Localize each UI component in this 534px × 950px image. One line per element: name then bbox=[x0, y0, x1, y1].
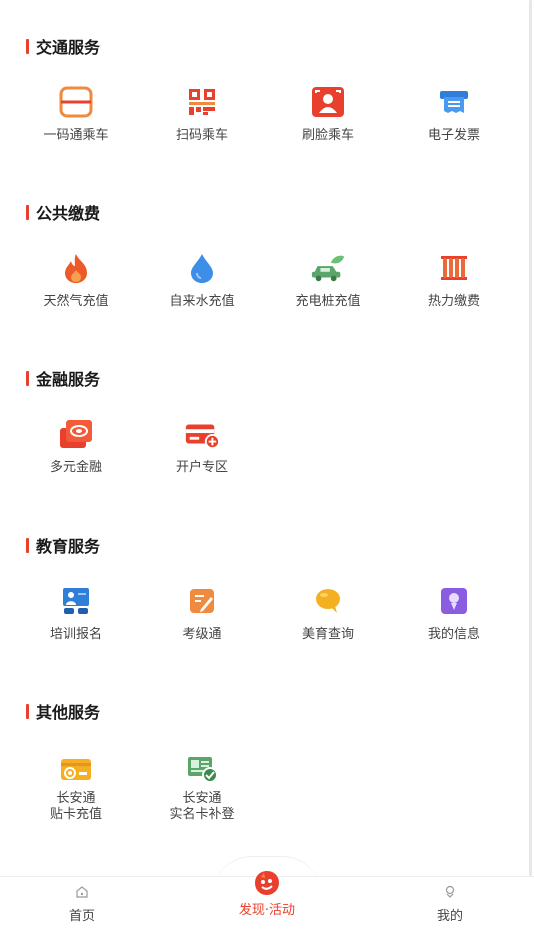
service-label: 充电桩充值 bbox=[295, 294, 361, 309]
service-id-card-register[interactable]: 长安通 实名卡补登 bbox=[139, 751, 265, 823]
service-label: 天然气充值 bbox=[43, 294, 109, 309]
service-label: 扫码乘车 bbox=[175, 128, 228, 143]
face-scan-icon bbox=[310, 84, 346, 120]
service-e-invoice[interactable]: 电子发票 bbox=[391, 84, 517, 144]
service-exam[interactable]: 考级通 bbox=[139, 583, 265, 643]
service-grid: 天然气充值 自来水充值 充电桩充值 热力缴费 bbox=[13, 250, 517, 320]
water-drop-icon bbox=[184, 250, 220, 286]
section-title-text: 金融服务 bbox=[36, 370, 101, 389]
service-face-scan[interactable]: 刷脸乘车 bbox=[265, 84, 391, 144]
section-title: 其他服务 bbox=[26, 701, 101, 722]
service-label-line1: 长安通 bbox=[56, 791, 96, 806]
section-marker bbox=[26, 537, 29, 553]
discover-icon bbox=[255, 871, 279, 895]
service-water[interactable]: 自来水充值 bbox=[139, 250, 265, 310]
id-card-check-icon bbox=[184, 751, 220, 787]
service-grid: 一码通乘车 扫码乘车 刷脸乘车 电子发票 bbox=[13, 84, 517, 154]
service-grid: 培训报名 考级通 美育查询 我的信息 bbox=[13, 583, 517, 653]
scan-qr-icon bbox=[184, 84, 220, 120]
bottom-nav: 首页 发现·活动 我的 bbox=[0, 871, 534, 950]
section-marker bbox=[26, 703, 29, 719]
service-finance[interactable]: 多元金融 bbox=[13, 416, 139, 476]
add-card-icon bbox=[184, 416, 220, 452]
service-label: 热力缴费 bbox=[427, 294, 480, 309]
training-board-icon bbox=[58, 583, 94, 619]
service-label: 开户专区 bbox=[175, 460, 228, 475]
nav-mine[interactable]: 我的 bbox=[420, 877, 480, 950]
service-label: 自来水充值 bbox=[169, 294, 235, 309]
scrollbar[interactable] bbox=[529, 0, 532, 876]
section-marker bbox=[26, 204, 29, 220]
card-topup-icon bbox=[58, 751, 94, 787]
service-qr-transit[interactable]: 一码通乘车 bbox=[13, 84, 139, 144]
service-my-info[interactable]: 我的信息 bbox=[391, 583, 517, 643]
section-title: 金融服务 bbox=[26, 368, 101, 389]
nav-home[interactable]: 首页 bbox=[52, 877, 112, 950]
service-label: 电子发票 bbox=[427, 128, 480, 143]
finance-card-icon bbox=[58, 416, 94, 452]
service-card-topup[interactable]: 长安通 贴卡充值 bbox=[13, 751, 139, 823]
profile-card-icon bbox=[436, 583, 472, 619]
section-title-text: 其他服务 bbox=[36, 703, 101, 722]
section-title: 公共缴费 bbox=[26, 202, 101, 223]
service-label: 培训报名 bbox=[49, 627, 102, 642]
exam-pen-icon bbox=[184, 583, 220, 619]
section-title: 教育服务 bbox=[26, 535, 101, 556]
e-invoice-icon bbox=[436, 84, 472, 120]
service-scan-qr[interactable]: 扫码乘车 bbox=[139, 84, 265, 144]
nav-discover[interactable]: 发现·活动 bbox=[222, 869, 312, 943]
service-arts-query[interactable]: 美育查询 bbox=[265, 583, 391, 643]
nav-discover-label: 发现·活动 bbox=[238, 903, 296, 918]
user-icon bbox=[445, 885, 455, 898]
section-title: 交通服务 bbox=[26, 36, 101, 57]
section-title-text: 交通服务 bbox=[36, 38, 101, 57]
service-training[interactable]: 培训报名 bbox=[13, 583, 139, 643]
section-marker bbox=[26, 370, 29, 386]
section-title-text: 公共缴费 bbox=[36, 204, 101, 223]
section-title-text: 教育服务 bbox=[36, 537, 101, 556]
service-label: 刷脸乘车 bbox=[301, 128, 354, 143]
section-marker bbox=[26, 38, 29, 54]
chat-bubble-icon bbox=[310, 583, 346, 619]
flame-icon bbox=[58, 250, 94, 286]
service-grid: 长安通 贴卡充值 长安通 实名卡补登 bbox=[13, 751, 517, 823]
service-label-line2: 贴卡充值 bbox=[49, 807, 102, 822]
service-label: 多元金融 bbox=[49, 460, 102, 475]
service-open-account[interactable]: 开户专区 bbox=[139, 416, 265, 476]
service-gas[interactable]: 天然气充值 bbox=[13, 250, 139, 310]
electric-car-icon bbox=[310, 250, 346, 286]
service-ev-charging[interactable]: 充电桩充值 bbox=[265, 250, 391, 310]
service-label: 考级通 bbox=[182, 627, 222, 642]
qr-transit-icon bbox=[58, 84, 94, 120]
service-label: 一码通乘车 bbox=[43, 128, 109, 143]
home-icon bbox=[76, 886, 88, 898]
service-label: 美育查询 bbox=[301, 627, 354, 642]
nav-home-label: 首页 bbox=[68, 909, 95, 924]
radiator-icon bbox=[436, 250, 472, 286]
service-label-line2: 实名卡补登 bbox=[169, 807, 235, 822]
nav-mine-label: 我的 bbox=[436, 909, 463, 924]
service-grid: 多元金融 开户专区 bbox=[13, 416, 517, 486]
service-heating[interactable]: 热力缴费 bbox=[391, 250, 517, 310]
service-label-line1: 长安通 bbox=[182, 791, 222, 806]
service-label: 我的信息 bbox=[427, 627, 480, 642]
